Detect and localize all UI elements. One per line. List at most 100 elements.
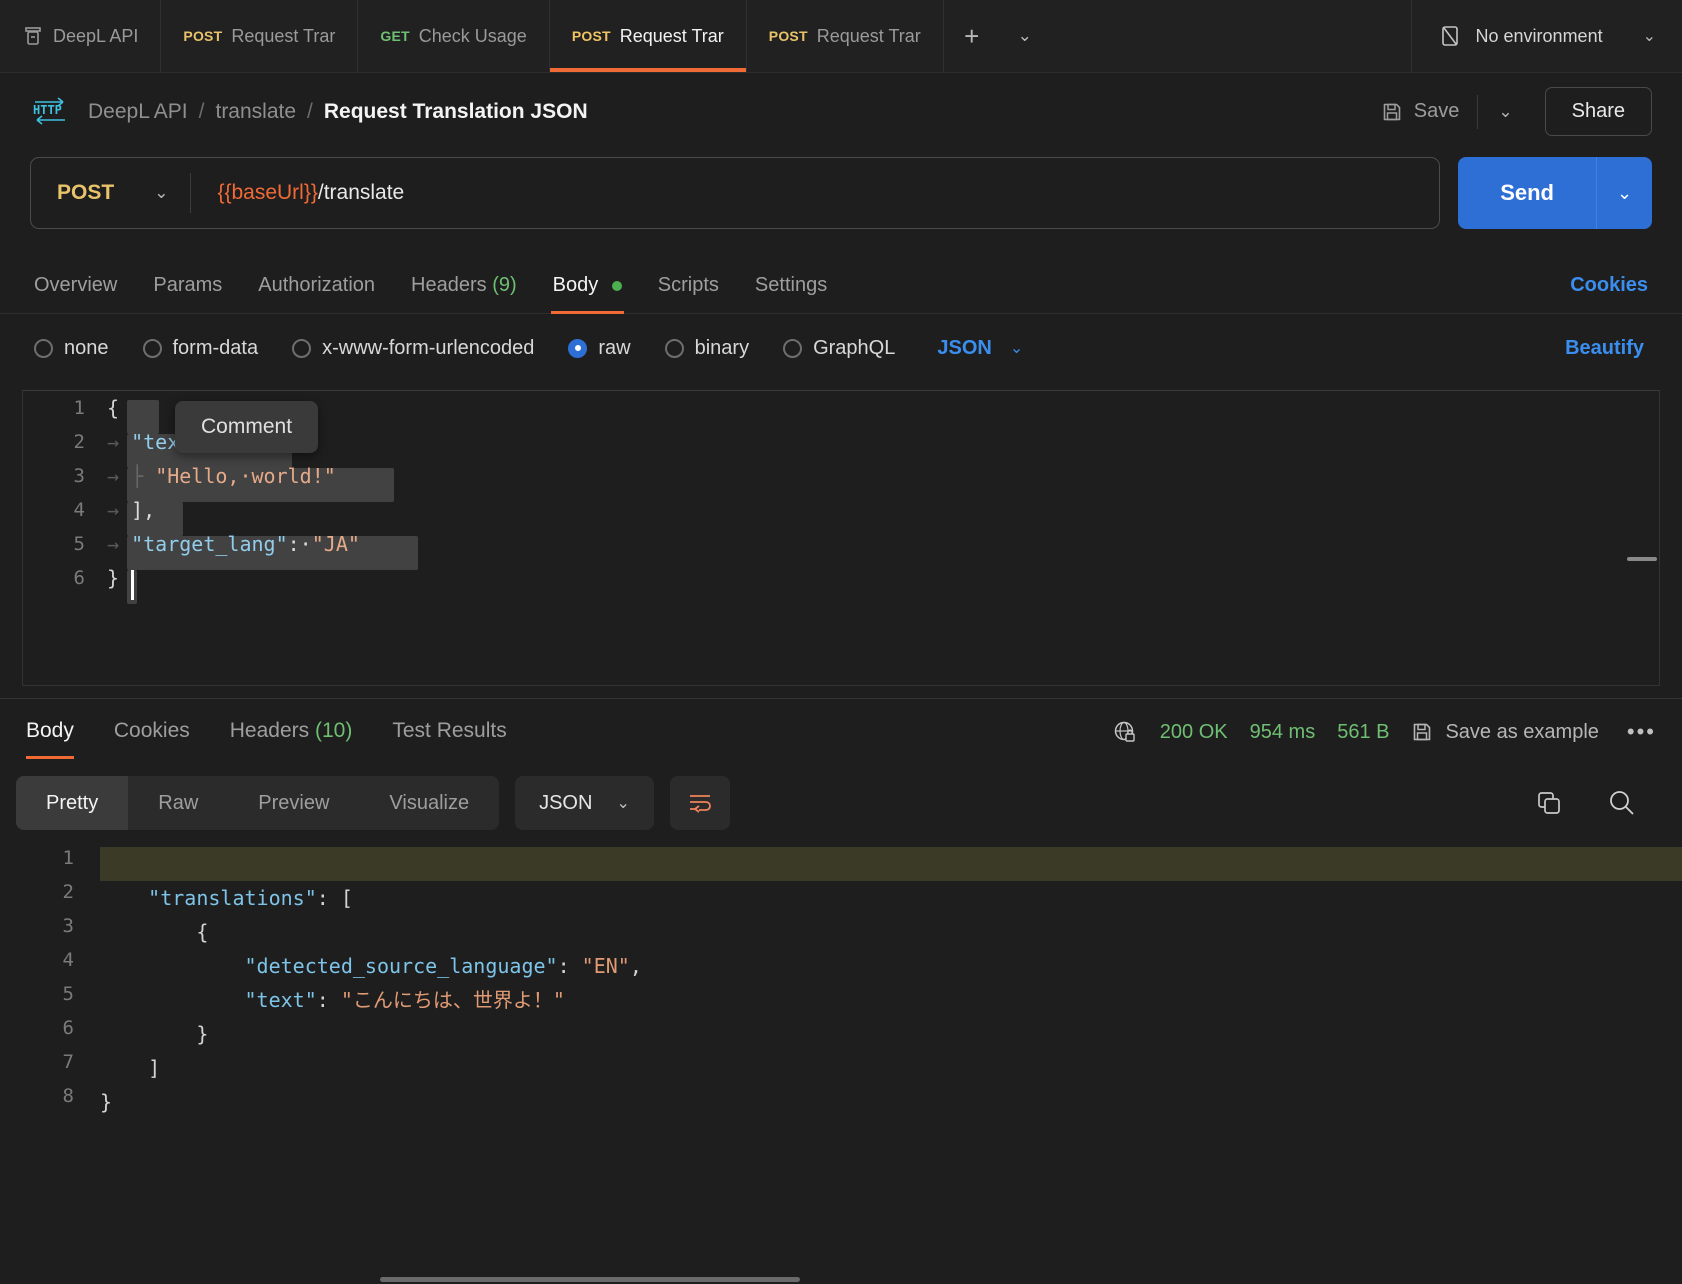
line-highlight: [100, 847, 1682, 881]
tab-label: Request Trar: [619, 25, 724, 46]
code-line-text: }: [107, 566, 120, 590]
share-button[interactable]: Share: [1544, 87, 1652, 136]
tab-method: POST: [183, 28, 223, 44]
response-headers-count: (10): [314, 719, 353, 742]
beautify-button[interactable]: Beautify: [1565, 337, 1648, 360]
tab-request-translation-3[interactable]: POST Request Trar: [747, 0, 944, 72]
tab-request-translation-active[interactable]: POST Request Trar: [549, 0, 747, 72]
response-format-select[interactable]: JSON ⌄: [515, 776, 654, 830]
tab-scripts[interactable]: Scripts: [640, 262, 737, 313]
response-meta: 200 OK 954 ms 561 B Save as example •••: [1112, 719, 1656, 745]
tab-authorization[interactable]: Authorization: [240, 262, 393, 313]
method-chevron-down-icon: ⌄: [154, 183, 169, 202]
secure-globe-icon: [1112, 719, 1138, 745]
save-button[interactable]: Save: [1367, 94, 1474, 129]
text-cursor: [131, 570, 134, 600]
tab-settings[interactable]: Settings: [737, 262, 845, 313]
url-bar: POST ⌄ {{baseUrl}}/translate: [30, 157, 1441, 229]
url-input[interactable]: {{baseUrl}}/translate: [191, 181, 404, 205]
body-format-select[interactable]: JSON ⌄: [937, 337, 1023, 360]
breadcrumb-collection[interactable]: DeepL API: [88, 100, 188, 124]
view-pretty[interactable]: Pretty: [16, 776, 129, 830]
response-view-switcher: Pretty Raw Preview Visualize: [16, 776, 500, 830]
response-code-text: "translations": [: [148, 886, 353, 910]
body-type-urlencoded[interactable]: x-www-form-urlencoded: [292, 337, 534, 360]
radio-label: raw: [598, 336, 631, 359]
response-code-line: 8 }: [0, 1085, 1682, 1119]
page-title: Request Translation JSON: [323, 99, 588, 123]
body-type-raw[interactable]: raw: [568, 336, 631, 360]
tab-label: Scripts: [657, 274, 719, 296]
breadcrumb-separator-2: /: [307, 99, 313, 123]
collection-icon: [22, 25, 44, 47]
response-code-line: 3 {: [0, 915, 1682, 949]
response-tab-body[interactable]: Body: [26, 701, 74, 763]
body-type-none[interactable]: none: [34, 337, 109, 360]
wrap-lines-button[interactable]: [669, 776, 730, 830]
response-code-text: ]: [100, 1056, 161, 1080]
response-code-text: "detected_source_language": "EN",: [244, 954, 642, 978]
save-disk-icon: [1411, 721, 1433, 743]
response-tab-test-results[interactable]: Test Results: [392, 701, 506, 763]
comment-tooltip: Comment: [175, 401, 319, 453]
environment-icon: [1438, 24, 1462, 48]
tab-body[interactable]: Body: [535, 262, 640, 314]
body-format-chevron-down-icon: ⌄: [1009, 340, 1024, 357]
copy-icon[interactable]: [1534, 788, 1564, 818]
response-code-line: 4 "detected_source_language": "EN",: [0, 949, 1682, 983]
tab-check-usage[interactable]: GET Check Usage: [358, 0, 550, 72]
body-type-form-data[interactable]: form-data: [142, 337, 258, 360]
line-number: 4: [62, 949, 74, 971]
tab-params[interactable]: Params: [135, 262, 240, 313]
tab-deepl-api[interactable]: DeepL API: [0, 0, 162, 72]
response-tab-cookies[interactable]: Cookies: [114, 701, 190, 763]
environment-label: No environment: [1475, 25, 1603, 46]
wrap-lines-icon: [687, 790, 713, 816]
tab-label: Settings: [754, 274, 828, 296]
http-method-select[interactable]: POST ⌄: [31, 181, 190, 205]
send-button[interactable]: Send: [1458, 157, 1596, 229]
body-type-graphql[interactable]: GraphQL: [783, 337, 895, 360]
radio-icon: [783, 338, 803, 358]
radio-label: GraphQL: [813, 336, 896, 359]
view-raw[interactable]: Raw: [128, 776, 228, 830]
tab-label: Headers: [229, 719, 310, 742]
body-type-binary[interactable]: binary: [664, 336, 750, 360]
response-tab-headers[interactable]: Headers (10): [230, 701, 353, 763]
radio-icon: [292, 338, 312, 358]
response-body-viewer[interactable]: 1 { 2 "translations": [ 3 { 4 "detected_…: [0, 841, 1682, 1284]
cookies-link[interactable]: Cookies: [1566, 262, 1652, 313]
response-horizontal-scrollbar[interactable]: [380, 1277, 800, 1282]
line-number: 5: [73, 533, 85, 555]
response-more-options-icon[interactable]: •••: [1621, 719, 1656, 745]
request-body-editor[interactable]: 1 { 2 → "text": [ 3 → ├ "Hello,·world!" …: [22, 390, 1660, 686]
response-time: 954 ms: [1249, 720, 1316, 743]
tab-overview[interactable]: Overview: [30, 262, 135, 313]
environment-selector[interactable]: No environment ⌄: [1410, 0, 1682, 72]
save-label: Save: [1413, 100, 1460, 122]
save-as-example-button[interactable]: Save as example: [1411, 721, 1599, 744]
breadcrumb-bar: HTTP DeepL API / translate / Request Tra…: [0, 73, 1682, 150]
response-header: Body Cookies Headers (10) Test Results 2…: [0, 699, 1682, 765]
editor-scrollbar[interactable]: [1627, 557, 1657, 561]
view-preview[interactable]: Preview: [228, 776, 359, 830]
breadcrumb-folder[interactable]: translate: [215, 100, 296, 124]
new-tab-button[interactable]: +: [944, 0, 1000, 72]
line-number: 4: [73, 499, 85, 521]
tab-list-chevron-down-icon[interactable]: ⌄: [1000, 0, 1050, 72]
line-number: 6: [62, 1017, 74, 1039]
tab-request-translation-1[interactable]: POST Request Trar: [161, 0, 359, 72]
divider: [1477, 94, 1479, 129]
http-protocol-icon: HTTP: [30, 92, 70, 132]
radio-label: binary: [694, 336, 750, 359]
line-number: 8: [62, 1085, 74, 1107]
environment-chevron-down-icon[interactable]: ⌄: [1643, 26, 1656, 46]
save-chevron-down-icon[interactable]: ⌄: [1482, 96, 1528, 128]
send-chevron-down-icon[interactable]: ⌄: [1596, 157, 1652, 229]
breadcrumb-separator-1: /: [198, 99, 205, 123]
tab-headers[interactable]: Headers (9): [393, 262, 535, 313]
response-size: 561 B: [1337, 720, 1390, 743]
tab-label: Cookies: [113, 719, 190, 742]
view-visualize[interactable]: Visualize: [359, 776, 499, 830]
search-icon[interactable]: [1606, 787, 1638, 819]
